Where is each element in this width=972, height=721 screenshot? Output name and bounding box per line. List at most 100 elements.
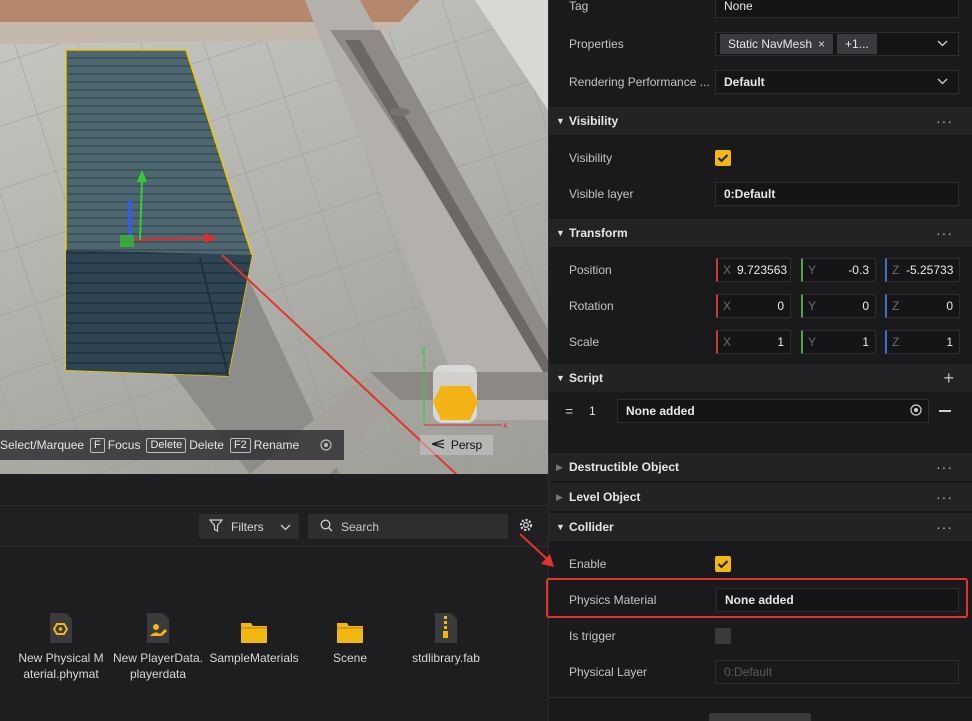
visibility-section-title: Visibility [569,114,619,128]
position-x-value: 9.723563 [737,263,788,277]
script-section-header[interactable]: ▼ Script + [549,364,972,392]
asset-name-line1: stdlibrary.fab [412,651,480,665]
asset-browser-toolbar: Filters [0,507,548,547]
position-x-field[interactable]: X 9.723563 [716,258,791,282]
select-marquee-tool[interactable]: Select/Marquee [0,438,84,452]
z-axis-label: Z [892,299,900,313]
rendering-performance-value: Default [724,75,765,89]
scene-viewport[interactable]: y x Select/Marquee F Focus Delete Delete F… [0,0,548,474]
asset-item-physical-material[interactable]: New Physical M aterial.phymat [13,610,109,682]
rotation-label: Rotation [569,299,614,313]
rendering-performance-row: Rendering Performance ... Default [549,64,972,100]
target-icon[interactable] [319,438,333,452]
scale-z-field[interactable]: Z1 [885,330,960,354]
close-icon[interactable]: × [818,37,825,51]
z-axis-label: Z [892,335,900,349]
perspective-toggle[interactable]: Persp [420,435,493,455]
expand-triangle-icon: ▶ [556,491,563,502]
inspector-divider [549,697,972,698]
y-axis-label: Y [808,299,817,313]
tag-field[interactable]: None [715,0,959,18]
collapse-triangle-icon: ▼ [556,373,565,383]
destructible-object-section-header[interactable]: ▶ Destructible Object ··· [549,453,972,481]
collider-section-header[interactable]: ▼ Collider ··· [549,513,972,541]
more-options-icon[interactable]: ··· [936,489,953,505]
physical-material-icon [13,610,109,644]
rotation-y-field[interactable]: Y0 [801,294,876,318]
scale-z-value: 1 [946,335,953,349]
position-z-field[interactable]: Z -5.25733 [885,258,960,282]
filters-dropdown[interactable]: Filters [199,514,299,539]
script-row: = 1 None added [549,393,972,429]
y-axis-label: Y [808,335,817,349]
chevron-down-icon [937,76,948,88]
property-chip-more[interactable]: +1... [837,34,877,54]
chevron-down-icon [280,520,291,534]
rendering-performance-dropdown[interactable]: Default [715,70,959,94]
position-y-value: -0.3 [848,263,869,277]
asset-item-stdlibrary[interactable]: stdlibrary.fab [398,610,494,666]
remove-icon[interactable] [939,410,951,412]
asset-search-box[interactable] [308,514,508,539]
delete-label: Delete [189,438,224,452]
rotation-y-value: 0 [862,299,869,313]
rotation-z-value: 0 [946,299,953,313]
folder-icon [302,610,398,644]
more-options-icon[interactable]: ··· [936,459,953,475]
script-value: None added [626,404,695,418]
script-section-title: Script [569,371,604,385]
x-axis-label: X [723,263,732,277]
properties-multiselect[interactable]: Static NavMesh × +1... [715,32,959,56]
visibility-section-header[interactable]: ▼ Visibility ··· [549,107,972,135]
is-trigger-label: Is trigger [569,629,616,643]
scale-y-field[interactable]: Y1 [801,330,876,354]
expand-triangle-icon: ▶ [556,461,563,472]
properties-row: Properties Static NavMesh × +1... [549,26,972,62]
focus-tool[interactable]: F Focus [90,437,141,453]
more-options-icon[interactable]: ··· [936,113,953,129]
asset-name-line1: Scene [332,651,368,665]
destructible-object-section-title: Destructible Object [569,460,680,474]
player-data-icon [110,610,206,644]
enable-checkbox[interactable] [715,556,731,572]
asset-browser: Filters New Physical M aterial.phymat Ne… [0,474,548,721]
scale-x-field[interactable]: X1 [716,330,791,354]
rename-tool[interactable]: F2 Rename [229,437,299,453]
focus-label: Focus [107,438,141,452]
drag-handle-icon[interactable]: = [565,403,573,419]
visible-layer-field[interactable]: 0:Default [715,182,959,206]
more-options-icon[interactable]: ··· [936,225,953,241]
transform-section-header[interactable]: ▼ Transform ··· [549,219,972,247]
rotation-x-field[interactable]: X0 [716,294,791,318]
rendering-performance-label: Rendering Performance ... [569,75,710,89]
asset-name-line1: New PlayerData. [112,651,204,665]
delete-tool[interactable]: Delete Delete [146,437,224,453]
scale-y-value: 1 [862,335,869,349]
more-options-icon[interactable]: ··· [936,519,953,535]
properties-label: Properties [569,37,624,51]
object-picker-icon[interactable] [910,403,922,419]
add-component-button[interactable] [709,713,811,721]
is-trigger-checkbox[interactable] [715,628,731,644]
y-axis-label: Y [808,263,817,277]
add-icon[interactable]: + [943,368,955,389]
focus-shortcut-key: F [90,437,105,453]
visibility-checkbox[interactable] [715,150,731,166]
asset-item-player-data[interactable]: New PlayerData. playerdata [110,610,206,682]
scale-row: Scale X1 Y1 Z1 [549,324,972,360]
asset-item-sample-materials[interactable]: SampleMaterials [206,610,302,666]
asset-item-scene[interactable]: Scene [302,610,398,666]
enable-label: Enable [569,557,607,571]
level-object-section-header[interactable]: ▶ Level Object ··· [549,483,972,511]
tag-row: Tag None [549,0,972,24]
rename-shortcut-key: F2 [229,437,251,453]
scale-label: Scale [569,335,600,349]
script-index: 1 [589,404,596,418]
search-input[interactable] [341,519,491,534]
x-axis-label: X [723,299,732,313]
script-field[interactable]: None added [617,399,929,423]
enable-row: Enable [549,546,972,582]
position-y-field[interactable]: Y -0.3 [801,258,876,282]
rotation-z-field[interactable]: Z0 [885,294,960,318]
tag-value: None [724,0,753,13]
